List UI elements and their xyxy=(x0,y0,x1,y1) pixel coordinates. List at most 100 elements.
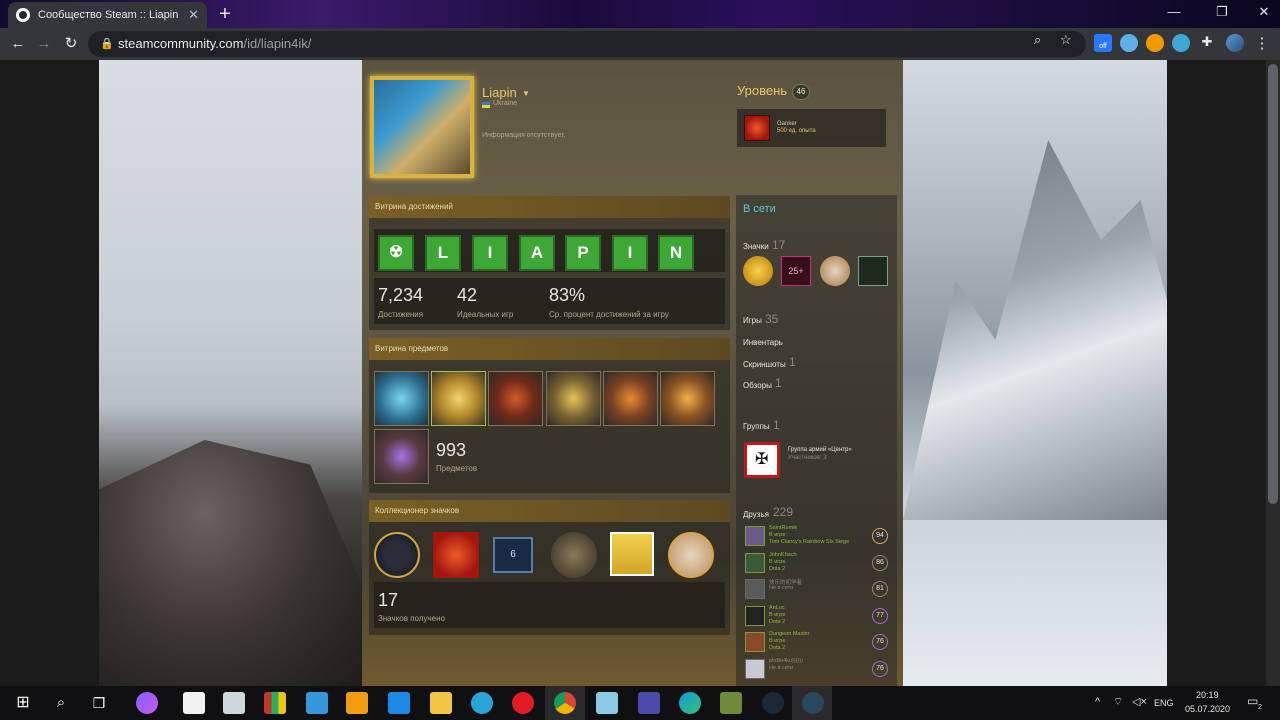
friend-name[interactable]: Dungeon Master xyxy=(769,631,810,637)
friends-link[interactable]: Друзья xyxy=(743,510,769,519)
close-window-icon[interactable]: ✕ xyxy=(1254,4,1274,20)
pager-badge-icon[interactable] xyxy=(858,256,888,286)
item-blade[interactable] xyxy=(603,371,658,426)
item-fire-creature[interactable] xyxy=(488,371,543,426)
pink-badge-icon[interactable] xyxy=(668,532,714,578)
back-arrow-icon[interactable]: ← xyxy=(8,34,28,54)
bookmark-star-icon[interactable]: ☆ xyxy=(1060,32,1072,48)
avatar[interactable] xyxy=(370,76,474,178)
telegram-icon[interactable] xyxy=(471,692,493,714)
friend-name[interactable]: JohnKhach xyxy=(769,552,797,558)
extension-spark-icon[interactable] xyxy=(1120,34,1138,52)
profile-summary: Информация отсутствует. xyxy=(482,132,566,139)
tray-chevron-icon[interactable]: ^ xyxy=(1095,696,1100,708)
avg-completion-label: Ср. процент достижений за игру xyxy=(549,310,669,319)
years-25-badge-icon[interactable]: 25+ xyxy=(781,256,811,286)
achievement-letter[interactable]: L xyxy=(425,235,461,271)
extension-sync-icon[interactable] xyxy=(1172,34,1190,52)
task-view-icon[interactable]: ❐ xyxy=(88,692,110,714)
minimize-icon[interactable]: — xyxy=(1164,4,1184,19)
items-label: Предметов xyxy=(436,464,478,473)
forward-arrow-icon[interactable]: → xyxy=(34,34,54,54)
steam-icon[interactable] xyxy=(802,692,824,714)
country: Ukraine xyxy=(493,100,518,107)
address-bar[interactable]: 🔒 steamcommunity.com/id/liapin4ik/ xyxy=(88,31,1086,57)
tab-close-icon[interactable]: ✕ xyxy=(188,7,199,23)
notepad-icon[interactable] xyxy=(183,692,205,714)
language-indicator[interactable]: ENG xyxy=(1154,698,1174,708)
friend-level: 76 xyxy=(872,661,888,677)
volume-icon[interactable]: ◁× xyxy=(1132,695,1147,708)
ornament-badge-icon[interactable] xyxy=(820,256,850,286)
coin-badge-icon[interactable] xyxy=(743,256,773,286)
item-golden-wings[interactable] xyxy=(431,371,486,426)
clock-date[interactable]: 05.07.2020 xyxy=(1185,704,1230,714)
notifications-icon[interactable]: ▭ xyxy=(1247,694,1258,708)
extension-play-icon[interactable] xyxy=(1146,34,1164,52)
search-icon[interactable]: ⌕ xyxy=(50,692,72,714)
minecraft-icon[interactable] xyxy=(720,692,742,714)
steam-years-badge-icon[interactable]: 6 xyxy=(493,537,533,573)
friend-name[interactable]: ploBo4ku)))))) xyxy=(769,658,803,664)
group-avatar[interactable]: ✠ xyxy=(744,442,780,478)
dev-app-icon[interactable] xyxy=(638,692,660,714)
level-badge[interactable]: 46 xyxy=(792,84,810,100)
friend-avatar[interactable] xyxy=(745,659,765,679)
groups-link[interactable]: Группы xyxy=(743,422,770,431)
profile-avatar-icon[interactable] xyxy=(1226,34,1244,52)
extension-off-icon[interactable]: off xyxy=(1094,34,1112,52)
computer-icon[interactable] xyxy=(306,692,328,714)
reviews-link[interactable]: Обзоры xyxy=(743,381,772,390)
maximize-icon[interactable]: ❐ xyxy=(1212,4,1232,20)
persona-dropdown-icon[interactable]: ▼ xyxy=(522,89,530,98)
forest-badge-icon[interactable] xyxy=(610,532,654,576)
achievement-letter[interactable]: N xyxy=(658,235,694,271)
new-tab-button[interactable]: + xyxy=(214,4,236,26)
persona-name[interactable]: Liapin xyxy=(482,85,517,100)
achievement-letter[interactable]: P xyxy=(565,235,601,271)
extensions-puzzle-icon[interactable]: ✚ xyxy=(1198,34,1216,52)
windows-start-icon[interactable]: ⊞ xyxy=(12,692,34,714)
group-name[interactable]: Группа армий «Центр» xyxy=(788,447,852,453)
alice-assistant-icon[interactable] xyxy=(136,692,158,714)
achievement-letter[interactable]: I xyxy=(612,235,648,271)
item-ice-hero[interactable] xyxy=(374,371,429,426)
diamond-badge-icon[interactable] xyxy=(374,532,420,578)
friend-name[interactable]: SaintRomik xyxy=(769,525,797,531)
achievement-letter[interactable]: A xyxy=(519,235,555,271)
friend-avatar[interactable] xyxy=(745,632,765,652)
browser-tab[interactable]: Сообщество Steam :: Liapin ✕ xyxy=(8,2,207,28)
edge-icon[interactable] xyxy=(679,692,701,714)
clock-time[interactable]: 20:19 xyxy=(1196,690,1219,700)
inventory-link[interactable]: Инвентарь xyxy=(743,338,783,347)
friend-avatar[interactable] xyxy=(745,526,765,546)
notifications-count: 2 xyxy=(1258,704,1262,711)
dota-badge-icon[interactable] xyxy=(433,532,479,578)
app-icon[interactable] xyxy=(596,692,618,714)
steam-icon[interactable] xyxy=(762,692,784,714)
opera-icon[interactable] xyxy=(512,692,534,714)
crossed-swords-badge-icon[interactable] xyxy=(551,532,597,578)
item-golden-shield[interactable] xyxy=(660,371,715,426)
mail-icon[interactable] xyxy=(388,692,410,714)
friend-avatar[interactable] xyxy=(745,579,765,599)
badges-link[interactable]: Значки xyxy=(743,242,769,251)
reload-icon[interactable]: ↻ xyxy=(61,34,81,54)
friend-avatar[interactable] xyxy=(745,606,765,626)
friend-name[interactable]: AnLuc xyxy=(769,605,785,611)
friend-avatar[interactable] xyxy=(745,553,765,573)
zoom-icon[interactable]: ⌕ xyxy=(1034,32,1041,48)
item-mystic[interactable] xyxy=(374,429,429,484)
menu-dots-icon[interactable]: ⋮ xyxy=(1252,34,1272,54)
winrar-icon[interactable] xyxy=(264,692,286,714)
achievement-letter[interactable]: I xyxy=(472,235,508,271)
file-explorer-icon[interactable] xyxy=(430,692,452,714)
item-golden-claws[interactable] xyxy=(546,371,601,426)
chrome-icon[interactable] xyxy=(554,692,576,714)
sublime-text-icon[interactable] xyxy=(346,692,368,714)
games-link[interactable]: Игры xyxy=(743,316,762,325)
radiation-achievement-icon[interactable]: ☢ xyxy=(378,235,414,271)
file-viewer-icon[interactable] xyxy=(223,692,245,714)
screenshots-link[interactable]: Скриншоты xyxy=(743,360,786,369)
wifi-icon[interactable]: ⌔ xyxy=(1113,695,1123,709)
